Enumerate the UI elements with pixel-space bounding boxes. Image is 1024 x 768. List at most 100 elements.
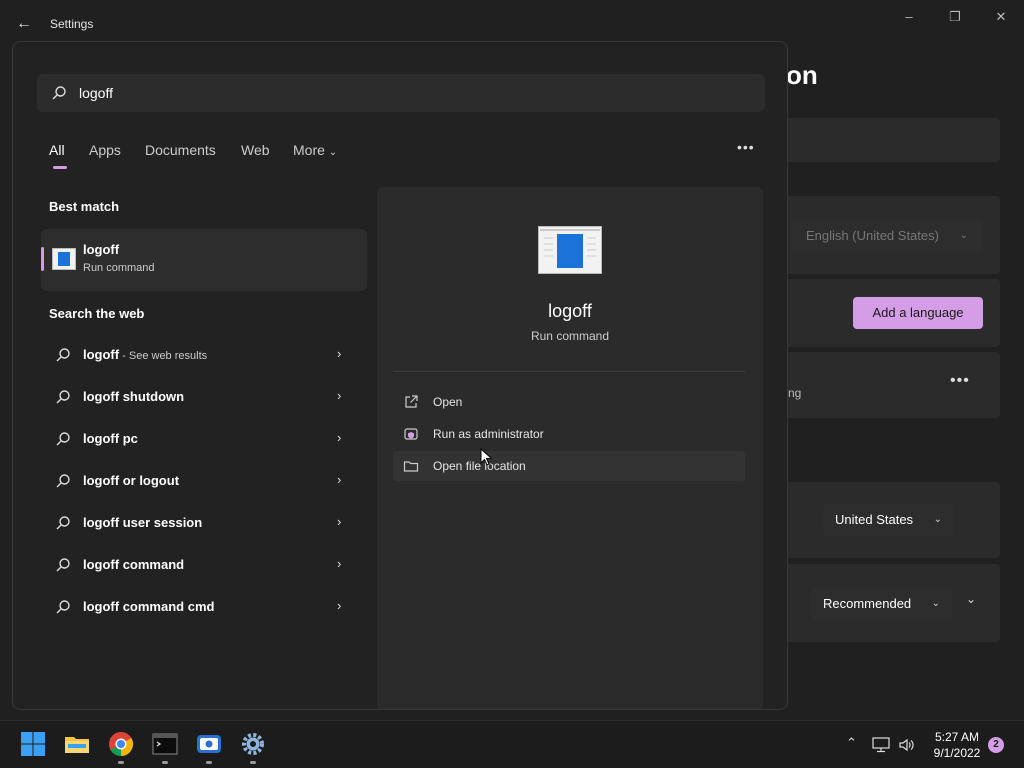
- best-match-item[interactable]: logoff Run command: [41, 229, 367, 291]
- restore-icon[interactable]: ❐: [942, 8, 968, 26]
- clock-time: 5:27 AM: [934, 730, 980, 744]
- volume-icon[interactable]: [898, 737, 916, 753]
- best-match-subtitle: Run command: [83, 262, 155, 274]
- web-result-text: logoff pc: [83, 431, 138, 446]
- page-heading: on: [786, 60, 818, 90]
- web-result-text: logoff command: [83, 557, 185, 572]
- chrome-icon[interactable]: [108, 731, 134, 757]
- chevron-down-icon: ⌄: [933, 514, 942, 525]
- language-card-text: ng: [788, 386, 802, 400]
- windows-start-icon[interactable]: [20, 731, 46, 757]
- language-select-value: English (United States): [806, 228, 939, 243]
- selection-indicator: [41, 247, 44, 271]
- run-command-app-icon: [52, 248, 76, 270]
- more-options-icon[interactable]: •••: [950, 372, 970, 390]
- chevron-right-icon: ›: [337, 556, 342, 571]
- back-arrow-icon[interactable]: ←: [14, 14, 34, 34]
- web-result-item[interactable]: logoff command cmd ›: [41, 587, 367, 627]
- open-action[interactable]: Open: [393, 387, 745, 417]
- tab-more-label: More: [293, 142, 325, 158]
- result-details-pane: logoff Run command Open Run as administr…: [377, 187, 763, 709]
- open-action-label: Open: [433, 395, 463, 409]
- add-language-button[interactable]: Add a language: [853, 297, 983, 329]
- search-icon: [56, 432, 70, 446]
- search-input[interactable]: [79, 74, 739, 112]
- search-flyout: All Apps Documents Web More ⌄ ••• Best m…: [12, 41, 788, 710]
- tab-apps[interactable]: Apps: [89, 142, 121, 158]
- chevron-right-icon: ›: [337, 388, 342, 403]
- tab-documents[interactable]: Documents: [145, 142, 216, 158]
- run-command-app-icon: [538, 226, 602, 274]
- web-result-item[interactable]: logoff command ›: [41, 545, 367, 585]
- search-icon: [52, 86, 66, 100]
- more-options-icon[interactable]: •••: [737, 139, 755, 155]
- region-select-value: United States: [835, 512, 914, 527]
- divider: [393, 371, 745, 372]
- running-indicator: [250, 761, 256, 764]
- web-result-text: logoff shutdown: [83, 389, 185, 404]
- taskbar: ⌃ 5:27 AM 9/1/2022 2: [0, 720, 1024, 768]
- running-indicator: [162, 761, 168, 764]
- show-hidden-icons-icon[interactable]: ⌃: [846, 735, 857, 751]
- chevron-right-icon: ›: [337, 472, 342, 487]
- chevron-right-icon: ›: [337, 430, 342, 445]
- web-result-text: logoff or logout: [83, 473, 180, 488]
- open-icon: [405, 395, 418, 408]
- terminal-icon[interactable]: [152, 731, 178, 757]
- running-indicator: [118, 761, 124, 764]
- best-match-title: logoff: [83, 242, 120, 257]
- run-as-administrator-label: Run as administrator: [433, 427, 544, 441]
- settings-icon[interactable]: [240, 731, 266, 757]
- web-result-text: logoff command cmd: [83, 599, 215, 614]
- web-result-item[interactable]: logoff user session ›: [41, 503, 367, 543]
- search-icon: [56, 390, 70, 404]
- tab-all[interactable]: All: [49, 142, 65, 158]
- running-indicator: [206, 761, 212, 764]
- close-icon[interactable]: ✕: [988, 8, 1014, 26]
- regional-format-select[interactable]: Recommended ⌄: [811, 588, 952, 620]
- chevron-down-icon: ⌄: [328, 147, 338, 158]
- tab-web[interactable]: Web: [241, 142, 270, 158]
- minimize-icon[interactable]: –: [896, 8, 922, 26]
- shield-icon: [404, 428, 418, 440]
- web-result-text: logoff user session: [83, 515, 203, 530]
- details-subtitle: Run command: [530, 329, 610, 343]
- run-as-administrator-action[interactable]: Run as administrator: [393, 419, 745, 449]
- web-result-item[interactable]: logoff or logout ›: [41, 461, 367, 501]
- window-title: Settings: [50, 17, 94, 31]
- search-box[interactable]: [37, 74, 765, 112]
- best-match-label: Best match: [49, 199, 120, 214]
- chevron-right-icon: ›: [337, 346, 342, 361]
- active-tab-indicator: [53, 166, 67, 169]
- network-icon[interactable]: [872, 737, 890, 753]
- search-icon: [56, 558, 70, 572]
- open-file-location-action[interactable]: Open file location: [393, 451, 745, 481]
- notification-badge[interactable]: 2: [988, 737, 1004, 753]
- folder-icon: [403, 461, 419, 472]
- chevron-down-icon: ⌄: [931, 598, 940, 609]
- clock-date: 9/1/2022: [933, 746, 981, 760]
- file-explorer-icon[interactable]: [64, 731, 90, 757]
- details-title: logoff: [548, 301, 592, 321]
- search-icon: [56, 348, 70, 362]
- chevron-down-icon: ⌄: [959, 230, 968, 241]
- capture-app-icon[interactable]: [196, 731, 222, 757]
- web-result-item[interactable]: logoff shutdown ›: [41, 377, 367, 417]
- tab-more[interactable]: More ⌄: [293, 142, 337, 158]
- search-icon: [56, 600, 70, 614]
- mouse-cursor-icon: [480, 448, 492, 466]
- web-result-item[interactable]: logoff pc ›: [41, 419, 367, 459]
- chevron-right-icon: ›: [337, 598, 342, 613]
- format-select-value: Recommended: [823, 596, 912, 611]
- search-icon: [56, 474, 70, 488]
- web-result-item[interactable]: logoff - See web results ›: [41, 335, 367, 375]
- search-web-label: Search the web: [49, 306, 145, 321]
- expand-chevron-icon[interactable]: ⌄: [966, 592, 976, 606]
- search-icon: [56, 516, 70, 530]
- web-result-text: logoff: [83, 347, 120, 362]
- country-region-select[interactable]: United States ⌄: [823, 504, 954, 536]
- settings-card: [786, 118, 1000, 162]
- windows-display-language-select[interactable]: English (United States) ⌄: [792, 220, 982, 252]
- web-result-subtext: - See web results: [119, 350, 208, 362]
- clock[interactable]: 5:27 AM 9/1/2022: [930, 729, 984, 761]
